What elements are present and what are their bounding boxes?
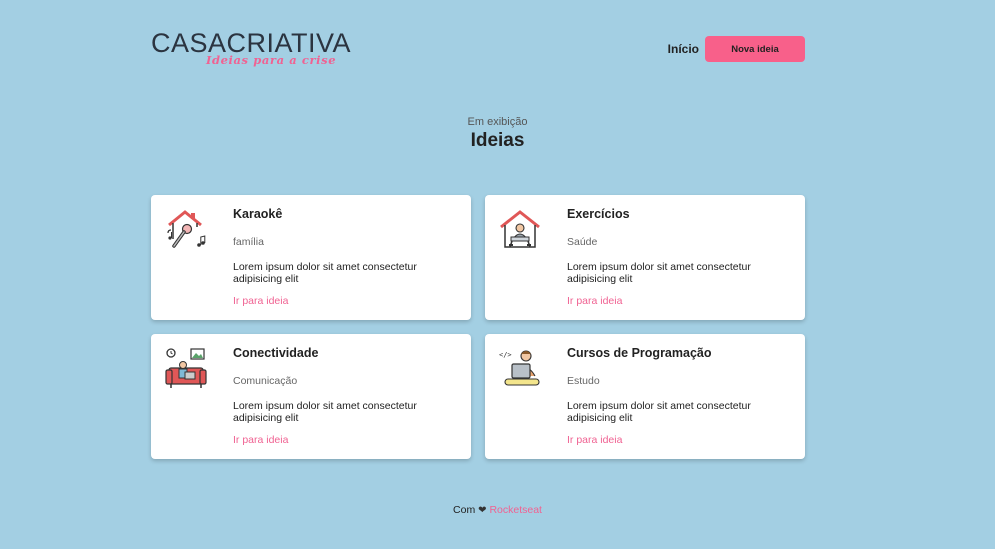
idea-category: família	[233, 236, 264, 248]
idea-category: Comunicação	[233, 375, 298, 387]
nav: Início Nova ideia	[668, 36, 805, 62]
exercise-house-icon	[499, 209, 541, 251]
idea-title: Karaokê	[233, 207, 283, 221]
sofa-laptop-icon	[165, 348, 207, 390]
logo-tagline: Ideias para a crise	[206, 53, 337, 67]
idea-link[interactable]: Ir para ideia	[233, 295, 288, 307]
footer-prefix: Com	[453, 504, 476, 516]
idea-description: Lorem ipsum dolor sit amet consectetur a…	[567, 261, 751, 285]
idea-description: Lorem ipsum dolor sit amet consectetur a…	[567, 400, 751, 424]
idea-link[interactable]: Ir para ideia	[567, 295, 622, 307]
section-heading: Em exibição Ideias	[0, 116, 995, 152]
idea-card: Conectividade Comunicação Lorem ipsum do…	[151, 334, 471, 459]
idea-title: Exercícios	[567, 207, 630, 221]
programmer-icon: </>	[499, 348, 541, 390]
idea-description: Lorem ipsum dolor sit amet consectetur a…	[233, 400, 417, 424]
section-subtitle: Em exibição	[467, 116, 528, 128]
header: CASACRIATIVA Ideias para a crise Início …	[151, 28, 805, 72]
footer: Com ❤ Rocketseat	[0, 504, 995, 516]
idea-title: Cursos de Programação	[567, 346, 712, 360]
idea-description: Lorem ipsum dolor sit amet consectetur a…	[233, 261, 417, 285]
idea-link[interactable]: Ir para ideia	[233, 434, 288, 446]
idea-link[interactable]: Ir para ideia	[567, 434, 622, 446]
idea-category: Estudo	[567, 375, 600, 387]
idea-card: </> Cursos de Programação Estudo Lorem i…	[485, 334, 805, 459]
svg-text:</>: </>	[499, 351, 512, 359]
idea-category: Saúde	[567, 236, 598, 248]
heart-icon: ❤	[478, 505, 487, 516]
idea-card: Exercícios Saúde Lorem ipsum dolor sit a…	[485, 195, 805, 320]
idea-card: Karaokê família Lorem ipsum dolor sit am…	[151, 195, 471, 320]
page-title: Ideias	[470, 130, 525, 151]
logo[interactable]: CASACRIATIVA Ideias para a crise	[151, 28, 351, 72]
karaoke-house-icon	[165, 209, 207, 251]
nav-home-link[interactable]: Início	[668, 42, 699, 56]
idea-title: Conectividade	[233, 346, 319, 360]
new-idea-button[interactable]: Nova ideia	[705, 36, 805, 62]
rocketseat-link[interactable]: Rocketseat	[489, 504, 542, 516]
